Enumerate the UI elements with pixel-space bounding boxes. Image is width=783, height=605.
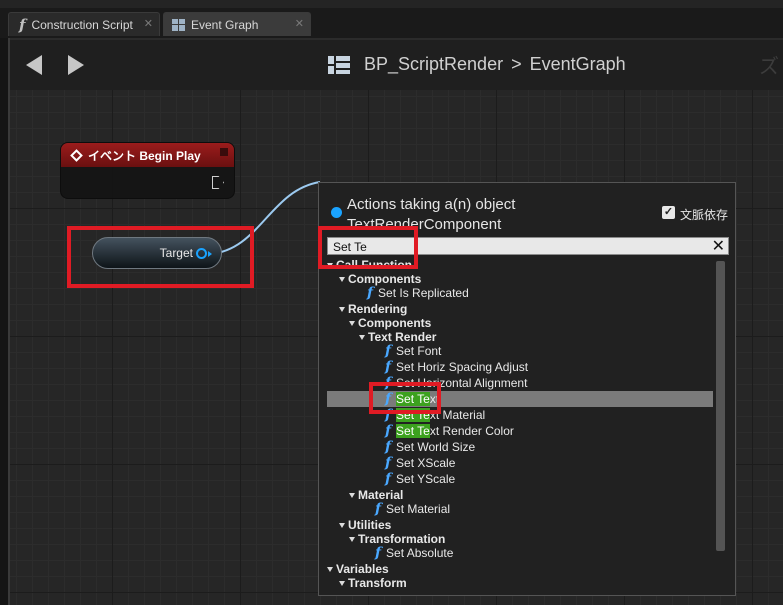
list-item[interactable]: f Set Material [375,501,713,517]
function-icon: f [375,501,382,517]
tab-label: Event Graph [191,17,259,32]
blueprint-name[interactable]: BP_ScriptRender [364,54,503,75]
expand-arrow-icon [327,567,333,573]
node-options-icon [220,148,228,156]
tab-construction-script[interactable]: f Construction Script ✕ [8,12,160,36]
function-icon: f [375,545,382,561]
event-diamond-icon [70,148,83,162]
tab-strip: f Construction Script ✕ Event Graph ✕ [0,0,783,38]
context-sensitive-label: 文脈依存 [680,208,729,222]
action-list: Call Function Components f Set Is Replica… [327,257,713,591]
list-item[interactable]: f Set World Size [385,439,713,455]
expand-arrow-icon [339,523,345,529]
function-icon: f [385,343,392,359]
function-icon: f [385,439,392,455]
annotation-box-set-text [369,382,441,414]
expand-arrow-icon [339,307,345,313]
expand-arrow-icon [339,581,345,587]
function-icon: f [367,285,374,301]
begin-play-node[interactable]: イベント Begin Play [60,142,235,199]
annotation-box-search [318,226,418,269]
annotation-box-target [67,226,254,288]
expand-arrow-icon [349,321,355,327]
object-type-icon [331,207,342,218]
close-icon[interactable]: ✕ [144,17,153,30]
function-icon: f [385,423,392,439]
list-item[interactable]: f Set Absolute [375,545,713,561]
chevron-right-icon: > [511,54,522,74]
list-item[interactable]: f Set YScale [385,471,713,487]
graph-toolbar: BP_ScriptRender > EventGraph ズ [10,40,783,90]
scrollbar[interactable] [716,261,725,551]
expand-arrow-icon [349,537,355,543]
list-item[interactable]: f Set Font [385,343,713,359]
list-item[interactable]: f Set Horiz Spacing Adjust [385,359,713,375]
function-icon: f [385,455,392,471]
blueprint-icon [328,55,350,74]
function-icon: f [19,15,26,34]
breadcrumb: BP_ScriptRender > EventGraph [328,54,626,75]
list-item[interactable]: f Set Is Replicated [367,285,713,301]
graph-icon [172,18,185,31]
list-item[interactable]: f Set Text Render Color [385,423,713,439]
context-sensitive-checkbox[interactable]: ✓ [662,206,675,219]
tab-event-graph[interactable]: Event Graph ✕ [163,12,311,36]
exec-pin-icon[interactable] [212,176,224,189]
clear-icon[interactable]: ✕ [712,236,725,256]
list-item[interactable]: f Set XScale [385,455,713,471]
expand-arrow-icon [349,493,355,499]
list-category[interactable]: Transform [339,575,713,591]
graph-watermark: ズ [759,56,779,78]
node-header: イベント Begin Play [61,143,234,167]
graph-name: EventGraph [529,54,626,74]
expand-arrow-icon [359,335,365,341]
forward-arrow-icon[interactable] [68,55,84,75]
expand-arrow-icon [339,277,345,283]
tab-label: Construction Script [31,17,133,32]
close-icon[interactable]: ✕ [295,17,304,30]
function-icon: f [385,471,392,487]
top-border [0,0,783,8]
back-arrow-icon[interactable] [26,55,42,75]
node-title: イベント Begin Play [88,148,201,163]
function-icon: f [385,359,392,375]
